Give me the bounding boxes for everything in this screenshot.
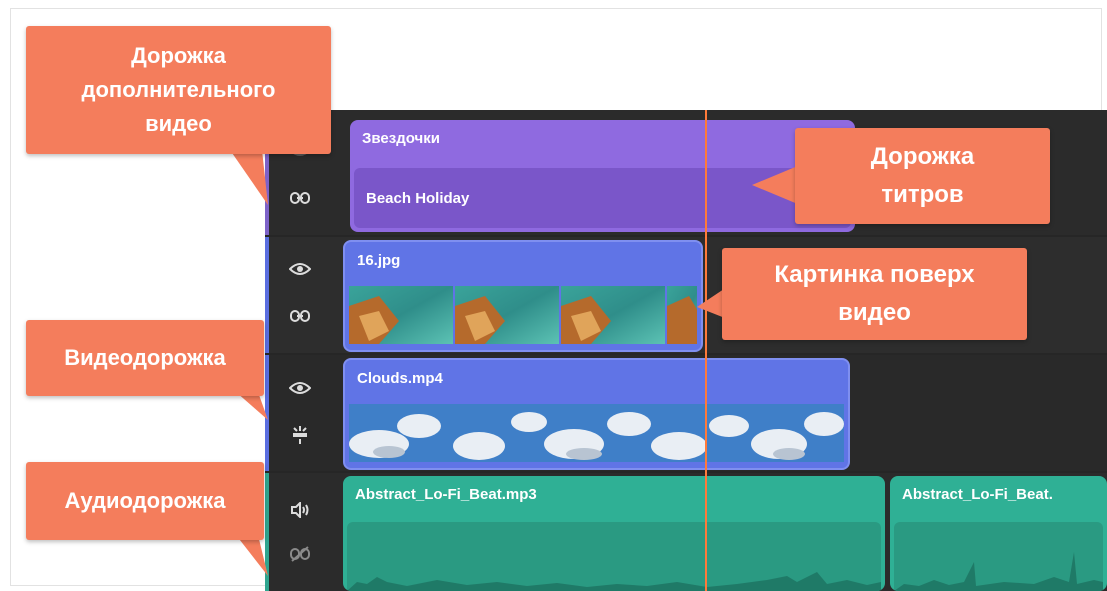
eye-icon[interactable] (278, 381, 322, 395)
eye-icon[interactable] (278, 262, 322, 276)
callout-video-track: Видеодорожка (26, 320, 264, 396)
audio-waveform (347, 522, 881, 591)
image-thumbnails (349, 286, 697, 344)
title-clip[interactable]: Звездочки Beach Holiday (350, 120, 855, 232)
callout-extra-video-track: Дорожка дополнительного видео (26, 26, 331, 154)
callout-image-over-video: Картинка поверх видео (722, 248, 1027, 340)
audio-clip[interactable]: Abstract_Lo-Fi_Beat.mp3 (343, 476, 885, 591)
callout-text: Дорожка дополнительного видео (81, 43, 276, 136)
callout-text: Дорожка титров (870, 143, 975, 208)
transition-icon[interactable] (278, 425, 322, 445)
callout-text: Видеодорожка (64, 345, 226, 370)
unlink-icon[interactable] (278, 546, 322, 562)
callout-titles-track: Дорожка титров (795, 128, 1050, 224)
audio-clip[interactable]: Abstract_Lo-Fi_Beat. (890, 476, 1107, 591)
image-clip[interactable]: 16.jpg (343, 240, 703, 352)
link-icon[interactable] (278, 308, 322, 324)
video-thumbnails (349, 404, 844, 462)
audio-waveform (894, 522, 1103, 591)
audio-clip-name: Abstract_Lo-Fi_Beat.mp3 (355, 486, 537, 503)
volume-icon[interactable] (278, 502, 322, 518)
video-clip-name: Clouds.mp4 (357, 370, 443, 387)
playhead[interactable] (705, 110, 707, 591)
callout-audio-track: Аудиодорожка (26, 462, 264, 540)
audio-clip-name: Abstract_Lo-Fi_Beat. (902, 486, 1053, 503)
callout-text: Аудиодорожка (64, 488, 226, 513)
link-icon[interactable] (278, 190, 322, 206)
video-clip[interactable]: Clouds.mp4 (343, 358, 850, 470)
title-clip-name: Звездочки (362, 130, 440, 147)
callout-text: Картинка поверх видео (774, 261, 975, 326)
title-text-clip[interactable]: Beach Holiday (354, 168, 851, 228)
title-text-name: Beach Holiday (366, 190, 470, 207)
image-clip-name: 16.jpg (357, 252, 401, 269)
